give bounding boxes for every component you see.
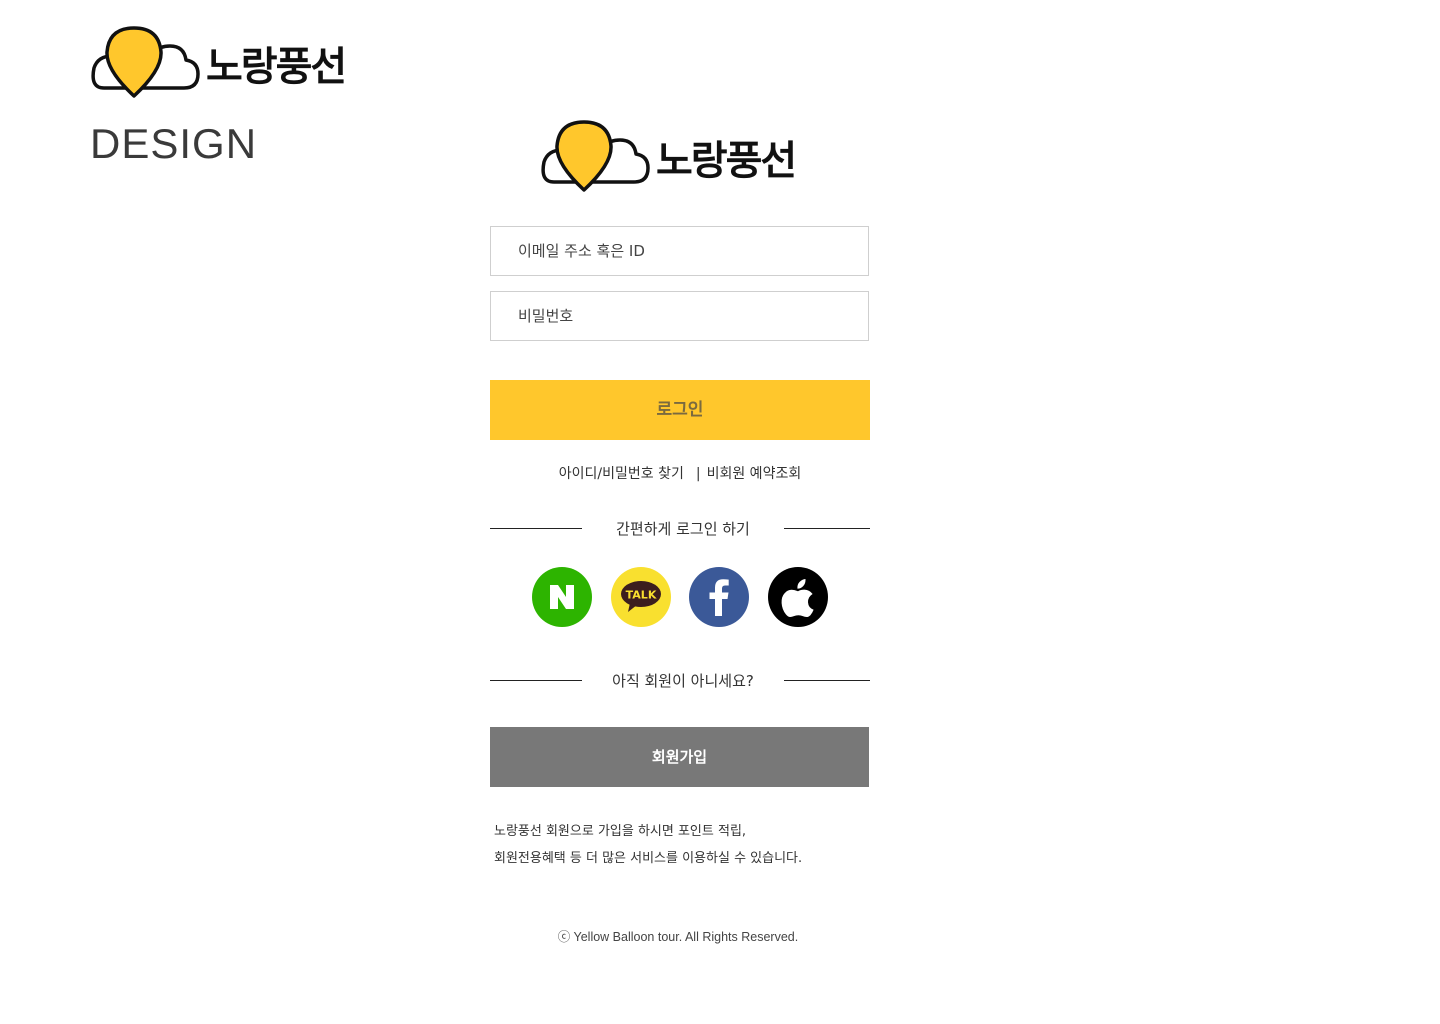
corner-brand-logo: 노랑풍선 [90, 26, 352, 98]
link-separator: | [695, 466, 701, 482]
email-field-wrapper [490, 226, 869, 276]
join-prompt: 아직 회원이 아니세요? [612, 672, 754, 690]
password-input[interactable] [491, 292, 868, 340]
naver-icon [550, 585, 574, 609]
brand-wordmark: 노랑풍선 [656, 138, 797, 184]
brand-wordmark: 노랑풍선 [206, 44, 347, 90]
password-field-wrapper [490, 291, 869, 341]
design-label: DESIGN [90, 120, 258, 167]
login-button[interactable]: 로그인 [490, 380, 870, 440]
apple-icon [781, 579, 814, 617]
divider-line [490, 680, 582, 681]
copyright-text: ⓒ Yellow Balloon tour. All Rights Reserv… [557, 930, 799, 944]
kakao-talk-icon: TALK [621, 581, 661, 612]
login-page: 노랑풍선 DESIGN 노랑풍선 로그인 아이디/비밀번호 찾기 | 비회원 예약조… [0, 0, 1440, 1024]
balloon-cloud-icon [91, 26, 200, 98]
apple-login-button[interactable] [768, 567, 828, 627]
signup-button[interactable]: 회원가입 [490, 727, 869, 787]
email-input[interactable] [491, 227, 868, 275]
benefits-line-1: 노랑풍선 회원으로 가입을 하시면 포인트 적립, [494, 824, 747, 839]
facebook-login-button[interactable] [689, 567, 749, 627]
divider-line [490, 528, 582, 529]
join-divider: 아직 회원이 아니세요? [490, 670, 870, 690]
center-brand-logo[interactable]: 노랑풍선 [540, 120, 802, 192]
easy-login-divider: 간편하게 로그인 하기 [490, 518, 870, 538]
easy-login-title: 간편하게 로그인 하기 [616, 520, 750, 538]
guest-reservation-link[interactable]: 비회원 예약조회 [707, 466, 802, 482]
account-help-links: 아이디/비밀번호 찾기 | 비회원 예약조회 [490, 463, 870, 483]
divider-line [784, 680, 870, 681]
divider-line [784, 528, 870, 529]
kakao-login-button[interactable]: TALK [611, 567, 671, 627]
balloon-cloud-icon [541, 120, 650, 192]
naver-login-button[interactable] [532, 567, 592, 627]
kakao-talk-label: TALK [626, 589, 657, 602]
facebook-icon [709, 579, 729, 616]
find-id-password-link[interactable]: 아이디/비밀번호 찾기 [559, 466, 684, 482]
benefits-line-2: 회원전용혜택 등 더 많은 서비스를 이용하실 수 있습니다. [494, 851, 803, 866]
signup-benefits-text: 노랑풍선 회원으로 가입을 하시면 포인트 적립, 회원전용혜택 등 더 많은 … [494, 818, 874, 872]
